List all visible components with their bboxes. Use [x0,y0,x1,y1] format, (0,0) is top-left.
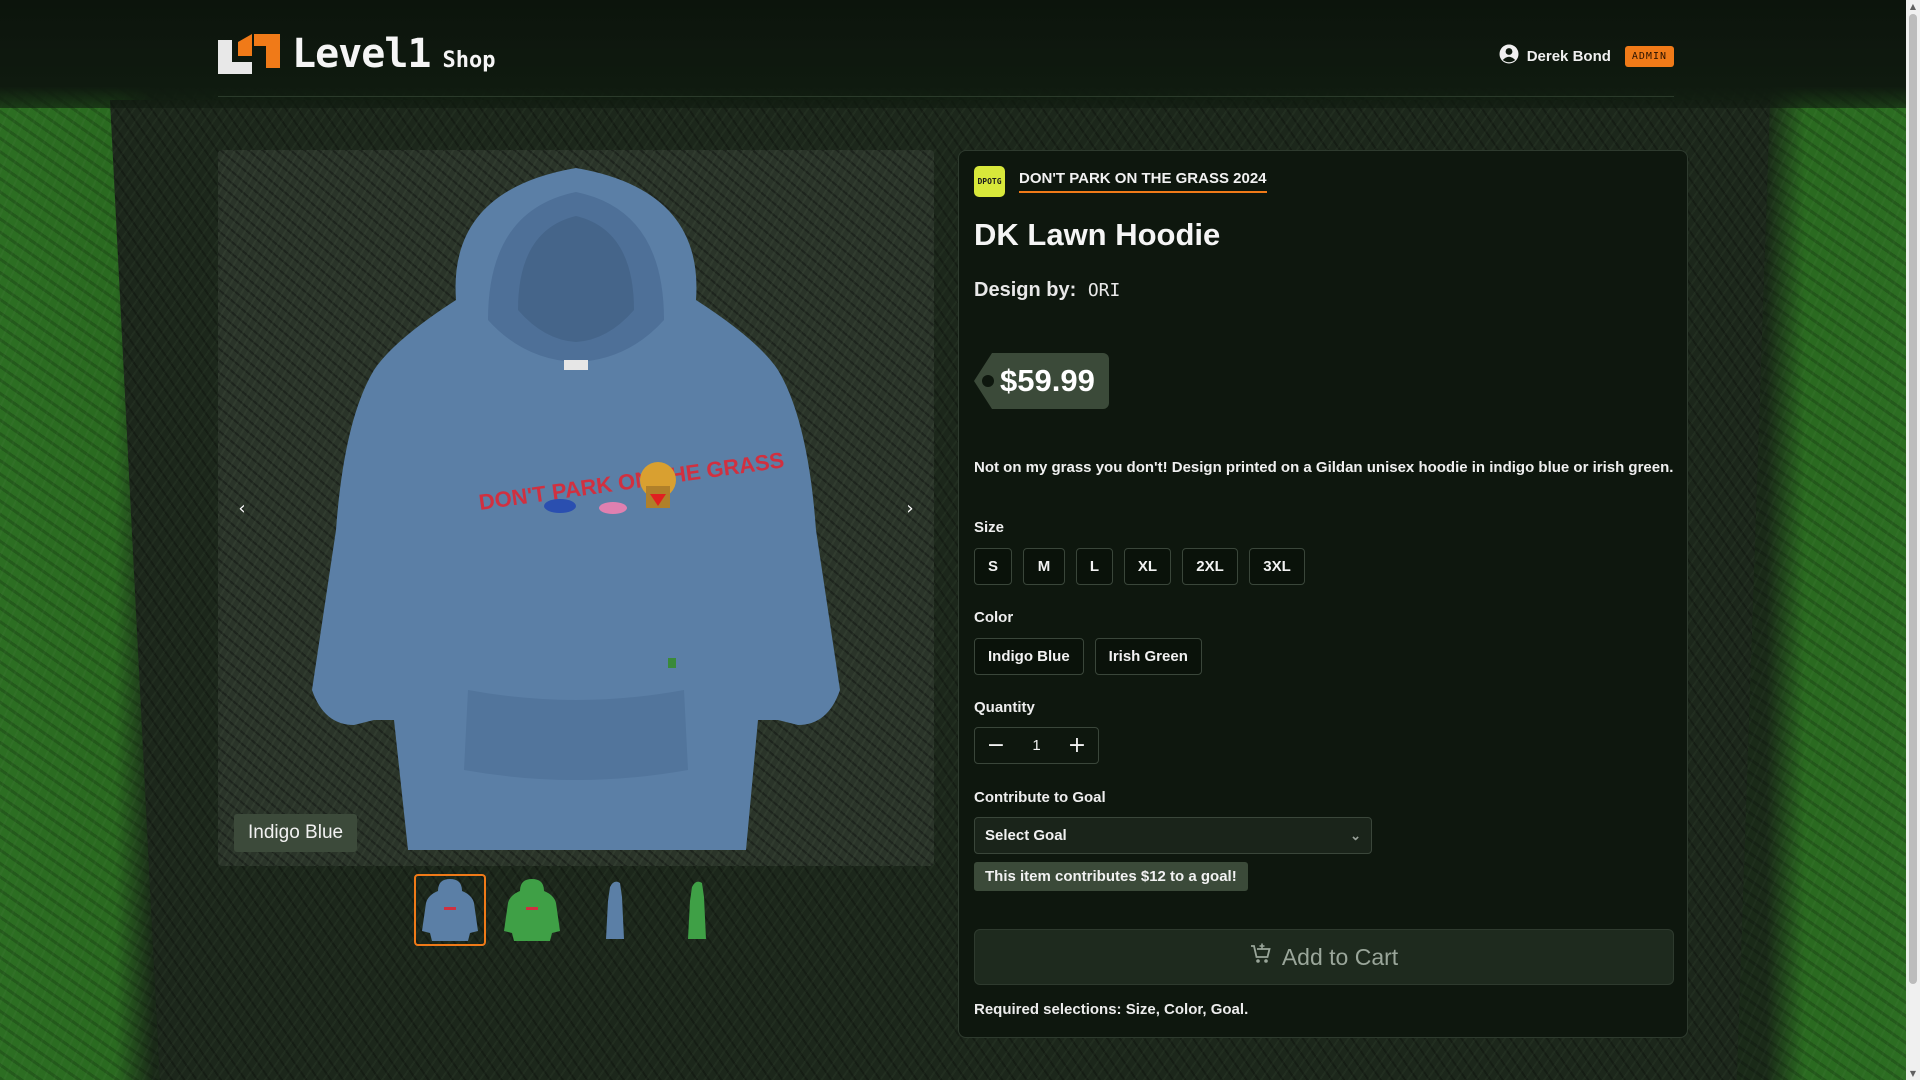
thumbnail-indigo-blue-front[interactable] [414,874,486,946]
price-tag: $59.99 [974,353,1109,409]
color-options: Indigo Blue Irish Green [974,638,1202,675]
cart-plus-icon [1250,943,1272,971]
price-value: $59.99 [1000,363,1095,398]
product-title: DK Lawn Hoodie [974,217,1221,252]
header-divider [218,96,1674,97]
goal-label: Contribute to Goal [974,789,1106,806]
goal-select-value: Select Goal [985,827,1067,844]
contribution-note: This item contributes $12 to a goal! [974,862,1248,891]
add-to-cart-label: Add to Cart [1281,943,1399,970]
price-tag-body: $59.99 [982,353,1109,409]
plus-icon[interactable]: + [1066,733,1088,758]
quantity-label: Quantity [974,699,1035,716]
size-option-2xl[interactable]: 2XL [1182,548,1238,585]
level1-logo-icon [218,32,282,76]
add-to-cart-button[interactable]: Add to Cart [974,929,1674,985]
image-color-caption: Indigo Blue [234,814,358,852]
user-account-icon [1499,44,1519,68]
required-selections-note: Required selections: Size, Color, Goal. [974,1001,1249,1018]
price-tag-hole-icon [982,375,994,387]
color-option-irish-green[interactable]: Irish Green [1094,638,1202,675]
designer-label: Design by: [974,279,1077,301]
size-option-xl[interactable]: XL [1124,548,1171,585]
scroll-up-icon[interactable]: ▲ [1906,2,1920,11]
color-option-indigo-blue[interactable]: Indigo Blue [974,638,1084,675]
color-label: Color [974,609,1014,626]
chevron-right-icon: › [906,497,914,519]
goal-select[interactable]: Select Goal ⌄ [974,817,1372,854]
designer-name: ORI [1087,280,1121,301]
top-navigation-bar: Level1 Shop Derek Bond ADMIN [0,0,1906,108]
main-product-image: DON'T PARK ON THE GRASS ‹ › Indigo Blue [218,150,934,866]
brand-logo[interactable]: Level1 Shop [218,32,495,76]
user-name: Derek Bond [1526,47,1611,65]
chevron-down-icon: ⌄ [1350,827,1361,843]
user-menu[interactable]: Derek Bond ADMIN [1499,44,1674,68]
previous-image-button[interactable]: ‹ [226,492,258,524]
size-options: S M L XL 2XL 3XL [974,548,1305,585]
page-scrollbar[interactable]: ▲ ▼ [1906,0,1920,1080]
size-option-m[interactable]: M [1023,548,1065,585]
thumbnail-indigo-blue-side[interactable] [578,874,650,946]
product-details-panel: DPOTG DON'T PARK ON THE GRASS 2024 DK La… [958,150,1688,1038]
hoodie-image: DON'T PARK ON THE GRASS [312,168,840,850]
brand-suffix: Shop [442,48,496,73]
collection-logo-icon: DPOTG [974,166,1005,197]
thumbnail-irish-green-side[interactable] [660,874,732,946]
scrollbar-thumb[interactable] [1909,14,1917,984]
size-option-3xl[interactable]: 3XL [1249,548,1305,585]
admin-badge: ADMIN [1624,45,1674,67]
minus-icon[interactable]: − [985,733,1007,758]
scroll-down-icon[interactable]: ▼ [1906,1069,1920,1078]
thumbnail-irish-green-front[interactable] [496,874,568,946]
thumbnail-strip [414,874,732,946]
quantity-stepper: − 1 + [974,727,1099,764]
chevron-left-icon: ‹ [238,497,246,519]
quantity-value[interactable]: 1 [1032,737,1040,754]
size-option-s[interactable]: S [974,548,1012,585]
next-image-button[interactable]: › [894,492,926,524]
size-option-l[interactable]: L [1076,548,1113,585]
product-description: Not on my grass you don't! Design printe… [974,459,1674,476]
product-gallery: DON'T PARK ON THE GRASS ‹ › Indigo Blue [218,150,934,946]
collection-name: DON'T PARK ON THE GRASS 2024 [1019,170,1267,193]
brand-name: Level1 [292,31,431,77]
designer-credit: Design by: ORI [974,279,1120,302]
collection-link[interactable]: DPOTG DON'T PARK ON THE GRASS 2024 [974,166,1267,197]
size-label: Size [974,519,1005,536]
